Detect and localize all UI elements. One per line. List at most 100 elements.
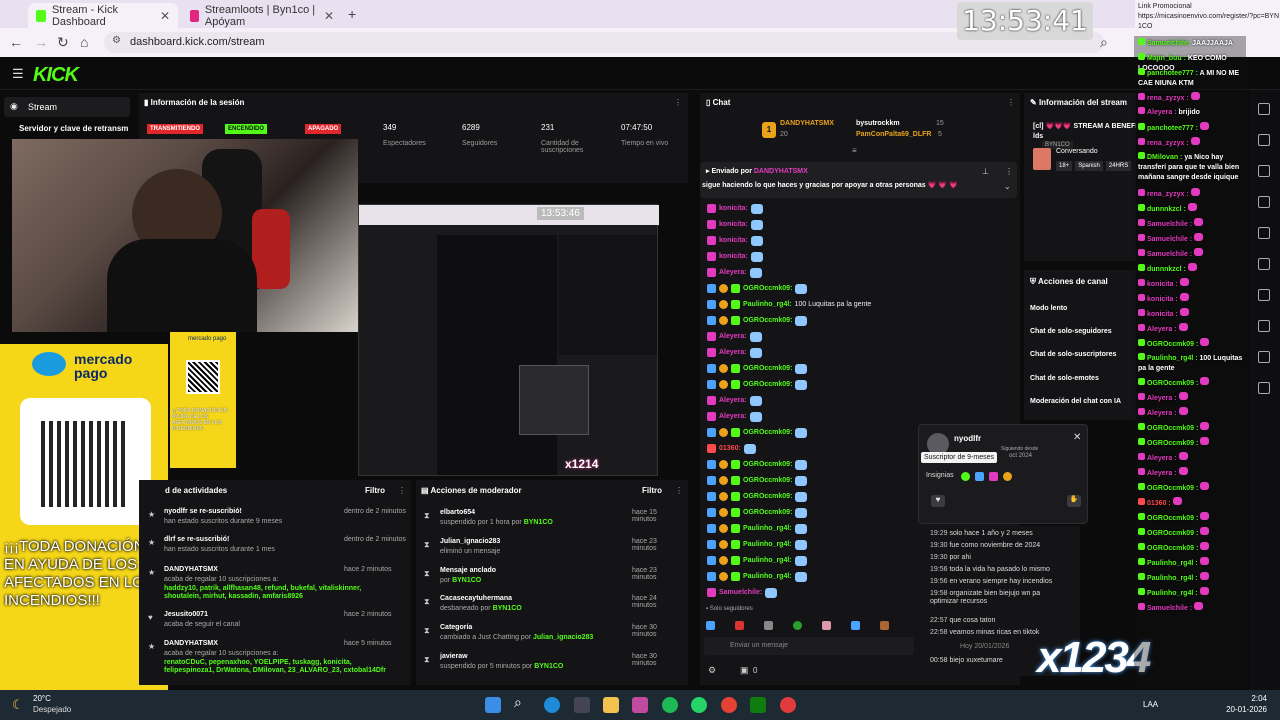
whatsapp-icon[interactable] [691,697,707,713]
sub-badge-icon [707,444,716,453]
chat-message: konicita: [707,234,763,247]
emote-hand-icon [750,235,763,246]
side-chat-message: Aleyera : [1138,467,1248,479]
url-field[interactable]: ⚙ dashboard.kick.com/stream [104,32,1104,53]
mod-action-icon: ⧗ [424,539,430,549]
activity-more-icon[interactable]: ⋮ [398,486,406,495]
badge-icon [1138,219,1145,226]
sub-badge-icon [731,524,740,533]
wrench-tool-icon[interactable] [1258,351,1270,363]
zoom-icon[interactable]: ⌕ [1100,34,1108,51]
chat-message: Samuelchile: [707,586,778,599]
badge-icon [1138,204,1145,211]
reload-icon[interactable]: ↻ [57,34,69,51]
expand-icon[interactable]: ≡ [852,146,857,155]
action-slow-mode[interactable]: Modo lento [1030,305,1067,312]
close-card-icon[interactable]: ✕ [1073,432,1081,443]
search-icon[interactable]: ⌕ [514,694,530,710]
sub-badge-icon [707,236,716,245]
sub-badge-icon [731,508,740,517]
kick-logo[interactable]: KICK [33,64,79,87]
target-tool-icon[interactable] [1258,227,1270,239]
heart-icon[interactable]: ♥ [931,495,945,507]
mod-action-icon: ⧗ [424,626,430,636]
mod-filter-button[interactable]: Filtro [642,486,662,495]
stack-tool-icon[interactable] [1258,134,1270,146]
mic-tool-icon[interactable] [1258,196,1270,208]
mod-badge-icon [707,460,716,469]
box-tool-icon[interactable] [1258,289,1270,301]
mod-action-icon: ⧗ [424,597,430,607]
emote-icon [1194,218,1204,226]
pinned-more-icon[interactable]: ⋮ [1005,167,1013,176]
settings-icon[interactable]: ⚙ [708,665,716,676]
site-info-icon[interactable]: ⚙ [112,35,121,46]
close-tab-icon[interactable]: ✕ [160,9,170,23]
action-followers-only[interactable]: Chat de solo-seguidores [1030,328,1112,335]
forward-icon[interactable]: → [34,34,48,50]
action-subs-only[interactable]: Chat de solo-suscriptores [1030,351,1116,358]
history-message: 19:56 toda la vida ha pasado lo mismo [930,566,1050,573]
gift-icon[interactable]: ▣ [740,665,749,676]
back-icon[interactable]: ← [9,34,23,50]
mercado-pago-logo-icon [32,352,66,376]
activity-title: d de actividades [165,486,228,495]
emote-hand-icon [765,587,778,598]
top-gifter-3-count: 5 [938,131,942,138]
sidebar-item-stream[interactable]: ◉ Stream [4,97,130,117]
tab-streamloots[interactable]: Streamloots | Byn1co | Apóyam ✕ [182,3,342,28]
collapse-icon[interactable]: ⌄ [1004,182,1011,191]
sub-badge-icon [731,284,740,293]
home-tool-icon[interactable] [1258,103,1270,115]
new-tab-button[interactable]: + [348,6,356,22]
edge-icon[interactable] [544,697,560,713]
side-chat-message: dunnnkzcl : [1138,263,1248,275]
close-tab-icon[interactable]: ✕ [324,9,334,23]
spotify-icon[interactable] [662,697,678,713]
emote-5-icon[interactable] [822,620,831,630]
chrome-icon[interactable] [721,697,737,713]
badge-icon [1138,294,1145,301]
exit-tool-icon[interactable] [1258,382,1270,394]
snipping-icon[interactable] [632,697,648,713]
list-tool-icon[interactable] [1258,320,1270,332]
store-icon[interactable] [574,697,590,713]
action-ai-moderation[interactable]: Moderación del chat con IA [1030,398,1121,405]
chat-input[interactable]: Enviar un mensaje [704,637,914,655]
emote-7-icon[interactable] [880,620,889,630]
chat-more-icon[interactable]: ⋮ [1007,98,1015,107]
chart-tool-icon[interactable] [1258,165,1270,177]
sub-badge-icon [707,348,716,357]
badge-gold-icon [1003,472,1012,481]
top-gifter-1[interactable]: DANDYHATSMX [780,120,834,127]
unpin-icon[interactable]: ⊥ [982,167,989,176]
mod-tool-icon[interactable]: ✋ [1067,495,1081,507]
top-gifter-3[interactable]: PamConPalta69_DLFR [856,131,931,138]
side-chat-message: Samuelchile : [1138,233,1248,245]
doc-tool-icon[interactable] [1258,258,1270,270]
server-key-link[interactable]: Servidor y clave de retransm [19,124,128,133]
emote-4-icon[interactable] [793,620,802,630]
activity-filter-button[interactable]: Filtro [365,486,385,495]
emote-6-icon[interactable] [851,620,860,630]
tab-kick-dashboard[interactable]: Stream - Kick Dashboard ✕ [28,3,178,28]
badge-icon [1138,38,1145,45]
top-gifter-2[interactable]: bysutrockkm [856,120,900,127]
mod-more-icon[interactable]: ⋮ [675,486,683,495]
badge-icon [1138,53,1145,60]
menu-icon[interactable]: ☰ [12,66,24,82]
home-icon[interactable]: ⌂ [80,34,88,50]
emote-2-icon[interactable] [735,620,744,630]
obs-icon[interactable] [780,697,796,713]
windows-start-icon[interactable] [485,697,501,713]
session-more-icon[interactable]: ⋮ [674,98,682,107]
emote-3-icon[interactable] [764,620,773,630]
folder-icon[interactable] [603,697,619,713]
emote-1-icon[interactable] [706,620,715,630]
mod-badge-icon [707,540,716,549]
emote-hand-icon [795,283,808,294]
xbox-icon[interactable] [750,697,766,713]
emote-hand-icon [795,475,808,486]
badge-icon [1138,588,1145,595]
action-emotes-only[interactable]: Chat de solo-emotes [1030,375,1099,382]
